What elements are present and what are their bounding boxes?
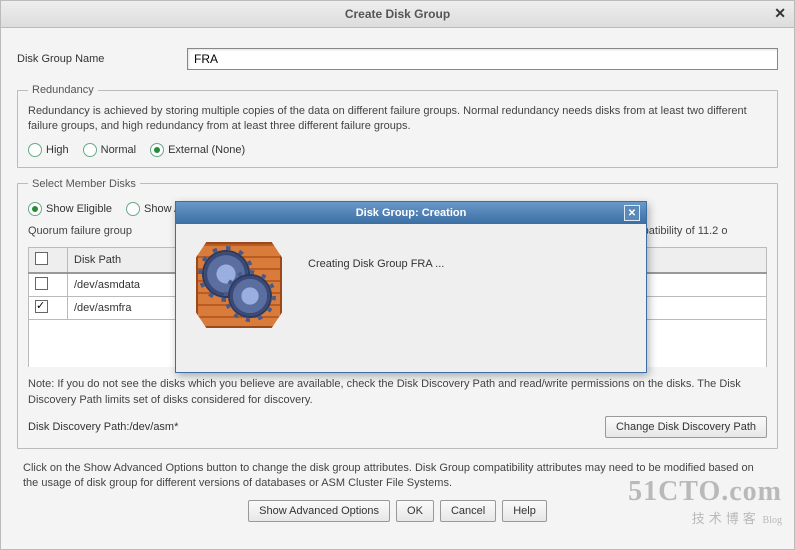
redundancy-external[interactable]: External (None) xyxy=(150,143,245,157)
redundancy-normal[interactable]: Normal xyxy=(83,143,136,157)
disk-discovery-path-label: Disk Discovery Path:/dev/asm* xyxy=(28,421,178,433)
disk-group-name-label: Disk Group Name xyxy=(17,53,187,65)
modal-message: Creating Disk Group FRA ... xyxy=(308,258,444,270)
disk-note: Note: If you do not see the disks which … xyxy=(28,377,767,408)
disk-group-name-row: Disk Group Name xyxy=(17,48,778,70)
show-eligible[interactable]: Show Eligible xyxy=(28,202,112,216)
modal-title: Disk Group: Creation xyxy=(356,207,467,219)
select-member-disks-legend: Select Member Disks xyxy=(28,178,140,190)
window-title: Create Disk Group xyxy=(345,7,450,21)
modal-body: Creating Disk Group FRA ... xyxy=(176,224,646,372)
redundancy-legend: Redundancy xyxy=(28,84,98,96)
footer-note: Click on the Show Advanced Options butto… xyxy=(23,461,772,492)
create-disk-group-window: Create Disk Group ✕ Disk Group Name Redu… xyxy=(0,0,795,550)
disk-discovery-path-row: Disk Discovery Path:/dev/asm* Change Dis… xyxy=(28,416,767,438)
ok-button[interactable]: OK xyxy=(396,500,434,522)
titlebar: Create Disk Group ✕ xyxy=(1,1,794,28)
change-disk-discovery-path-button[interactable]: Change Disk Discovery Path xyxy=(605,416,767,438)
modal-close-icon[interactable]: ✕ xyxy=(624,205,640,221)
redundancy-fieldset: Redundancy Redundancy is achieved by sto… xyxy=(17,84,778,168)
show-advanced-options-button[interactable]: Show Advanced Options xyxy=(248,500,390,522)
radio-icon xyxy=(28,202,42,216)
footer-buttons: Show Advanced Options OK Cancel Help xyxy=(17,500,778,522)
radio-icon xyxy=(150,143,164,157)
cancel-button[interactable]: Cancel xyxy=(440,500,496,522)
disk-group-name-input[interactable] xyxy=(187,48,778,70)
radio-icon xyxy=(83,143,97,157)
creation-progress-dialog: Disk Group: Creation ✕ Creating Disk Gro… xyxy=(175,201,647,373)
help-button[interactable]: Help xyxy=(502,500,547,522)
redundancy-description: Redundancy is achieved by storing multip… xyxy=(28,104,767,135)
modal-titlebar: Disk Group: Creation ✕ xyxy=(176,202,646,224)
redundancy-high[interactable]: High xyxy=(28,143,69,157)
radio-icon xyxy=(28,143,42,157)
close-icon[interactable]: ✕ xyxy=(774,5,786,22)
redundancy-options: High Normal External (None) xyxy=(28,143,767,157)
row-checkbox[interactable] xyxy=(35,277,48,290)
row-checkbox[interactable] xyxy=(35,300,48,313)
radio-icon xyxy=(126,202,140,216)
header-checkbox[interactable] xyxy=(35,252,48,265)
progress-gears-icon xyxy=(196,242,282,328)
